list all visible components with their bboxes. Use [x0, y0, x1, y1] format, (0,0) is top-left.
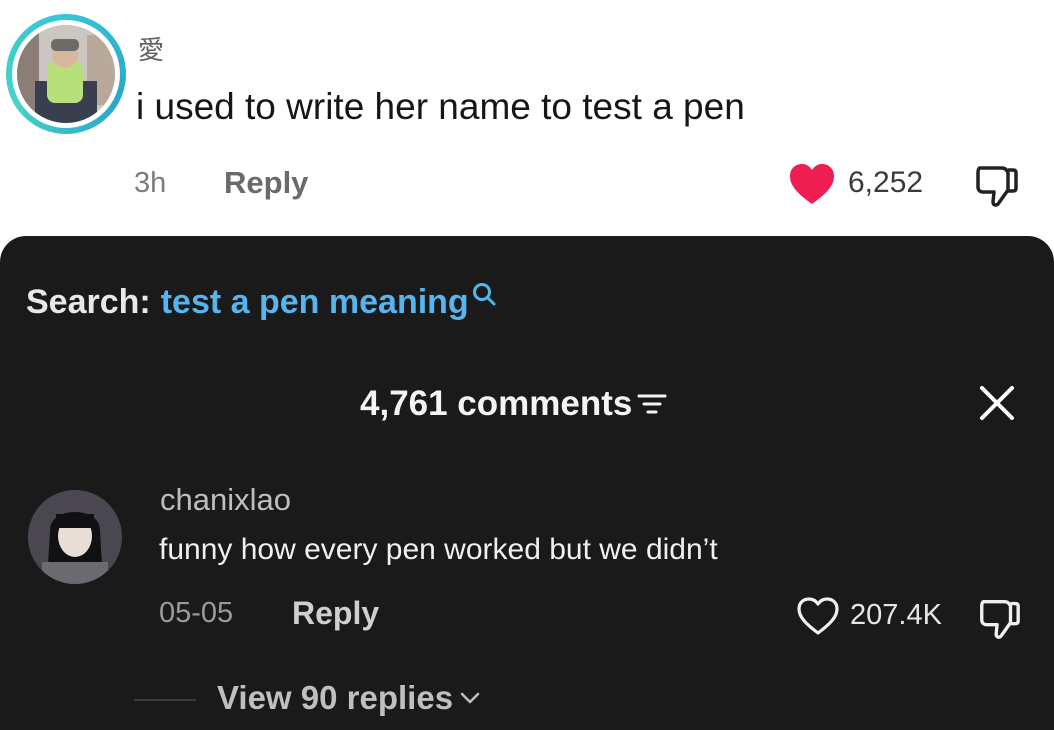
comments-sheet: Search: test a pen meaning 4,761 comments — [0, 236, 1054, 730]
like-count: 6,252 — [848, 166, 924, 199]
avatar-ring-gap — [12, 20, 120, 128]
reply-button[interactable]: Reply — [292, 595, 379, 632]
search-suggestion[interactable]: Search: test a pen meaning — [26, 283, 497, 322]
comment-username[interactable]: 愛 — [138, 30, 164, 67]
view-replies-button[interactable]: View 90 replies — [217, 679, 481, 717]
reply-avatar[interactable] — [28, 490, 122, 584]
heart-filled-icon[interactable] — [788, 162, 836, 206]
dislike-icon[interactable] — [976, 594, 1022, 640]
top-avatar[interactable] — [17, 25, 115, 123]
search-icon[interactable] — [471, 281, 497, 307]
comments-count-header[interactable]: 4,761 comments — [360, 384, 668, 424]
avatar-photo — [28, 490, 122, 584]
comments-count: 4,761 comments — [360, 384, 633, 423]
comment-screen: 愛 i used to write her name to test a pen… — [0, 0, 1054, 730]
comment-date: 05-05 — [159, 597, 234, 629]
search-prefix: Search: — [26, 283, 151, 321]
comment-time: 3h — [134, 167, 167, 199]
search-term-link[interactable]: test a pen meaning — [161, 283, 469, 321]
like-count: 207.4K — [850, 599, 942, 631]
chevron-down-icon — [460, 692, 480, 704]
view-replies-label: View 90 replies — [217, 679, 454, 716]
comment-text: i used to write her name to test a pen — [136, 86, 745, 127]
replies-divider — [134, 699, 196, 701]
comment-username[interactable]: chanixlao — [160, 482, 291, 518]
comment-text: funny how every pen worked but we didn’t — [159, 533, 718, 566]
top-comment: 愛 i used to write her name to test a pen… — [0, 0, 1054, 240]
story-ring[interactable] — [6, 14, 126, 134]
close-icon[interactable] — [978, 384, 1016, 422]
sort-icon[interactable] — [636, 391, 668, 417]
dislike-icon[interactable] — [972, 160, 1020, 208]
reply-button[interactable]: Reply — [224, 165, 308, 201]
avatar-photo — [17, 25, 115, 123]
heart-outline-icon[interactable] — [796, 596, 840, 636]
